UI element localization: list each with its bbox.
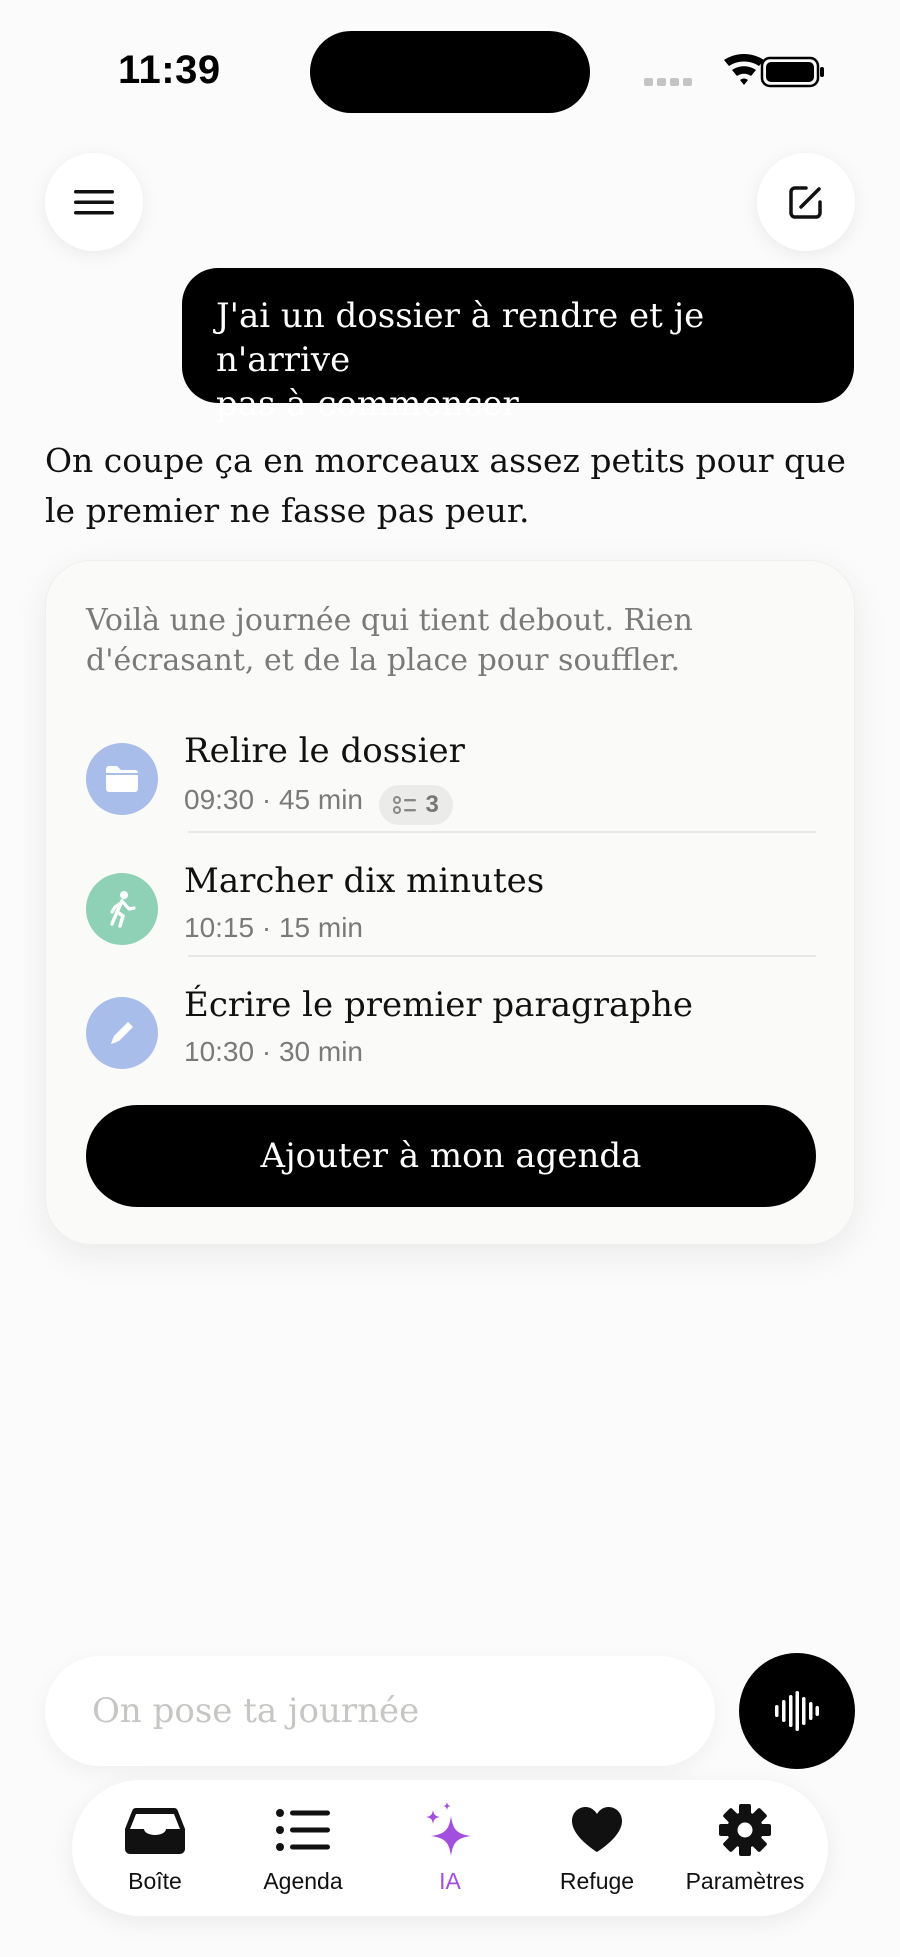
- heart-icon: [572, 1807, 622, 1852]
- voice-input-button[interactable]: [739, 1653, 855, 1769]
- task-meta: 10:30 · 30 min: [184, 1036, 363, 1067]
- tab-ia[interactable]: IA: [376, 1802, 524, 1902]
- new-conversation-button[interactable]: [757, 153, 855, 251]
- dynamic-island: [310, 31, 590, 113]
- user-message-line: pas à commencer: [216, 384, 519, 424]
- tab-label: IA: [439, 1868, 461, 1894]
- tab-agenda[interactable]: Agenda: [229, 1802, 377, 1902]
- user-message-bubble: J'ai un dossier à rendre et je n'arrive …: [182, 268, 854, 424]
- hamburger-menu-icon: [74, 190, 114, 215]
- status-time: 11:39: [118, 48, 221, 92]
- tab-label: Agenda: [263, 1868, 343, 1894]
- divider: [188, 831, 816, 833]
- subtask-count-badge: 3: [379, 784, 453, 825]
- waveform-icon: [775, 1691, 819, 1731]
- task-avatar: [86, 997, 158, 1069]
- subtask-count: 3: [425, 790, 439, 818]
- gear-icon: [719, 1804, 771, 1856]
- battery-icon: [760, 56, 824, 88]
- tab-bar: Boîte Agenda IA Refuge Paramètres: [72, 1780, 828, 1916]
- plan-card: Voilà une journée qui tient debout. Rien…: [45, 560, 855, 1245]
- task-avatar: [86, 873, 158, 945]
- task-avatar: [86, 743, 158, 815]
- task-title: Écrire le premier paragraphe: [184, 985, 694, 1025]
- task-item[interactable]: Marcher dix minutes 10:15 · 15 min: [86, 861, 816, 961]
- list-icon: [276, 1809, 330, 1851]
- wifi-icon: [724, 54, 764, 85]
- task-meta-row: 09:30 · 45 min 3: [184, 783, 453, 825]
- task-title: Marcher dix minutes: [184, 861, 545, 901]
- walking-person-icon: [110, 891, 136, 928]
- sparkles-icon: [426, 1802, 471, 1856]
- divider: [188, 955, 816, 957]
- message-input[interactable]: [90, 1690, 715, 1732]
- tab-refuge[interactable]: Refuge: [523, 1802, 671, 1902]
- user-message-line: J'ai un dossier à rendre et je n'arrive: [216, 296, 705, 380]
- tab-label: Refuge: [559, 1868, 635, 1894]
- task-meta: 10:15 · 15 min: [184, 912, 363, 943]
- tab-inbox[interactable]: Boîte: [81, 1802, 229, 1902]
- tab-label: Boîte: [128, 1868, 182, 1894]
- task-title: Relire le dossier: [184, 731, 465, 771]
- tab-label: Paramètres: [685, 1868, 805, 1894]
- menu-button[interactable]: [45, 153, 143, 251]
- tab-settings[interactable]: Paramètres: [671, 1802, 819, 1902]
- task-item[interactable]: Relire le dossier 09:30 · 45 min 3: [86, 731, 816, 831]
- assistant-message: On coupe ça en morceaux assez petits pou…: [45, 441, 846, 530]
- task-item[interactable]: Écrire le premier paragraphe 10:30 · 30 …: [86, 985, 816, 1085]
- plan-intro: Voilà une journée qui tient debout. Rien…: [86, 603, 693, 678]
- folder-icon: [106, 766, 138, 792]
- task-meta: 09:30 · 45 min: [184, 784, 363, 815]
- compose-icon: [789, 186, 822, 219]
- add-to-agenda-button[interactable]: Ajouter à mon agenda: [86, 1105, 816, 1207]
- status-icons: [644, 54, 824, 88]
- pencil-icon: [111, 1022, 133, 1044]
- inbox-tray-icon: [125, 1808, 185, 1854]
- cellular-signal-icon: [644, 78, 692, 86]
- composer[interactable]: [45, 1656, 715, 1766]
- checklist-icon: [393, 795, 417, 814]
